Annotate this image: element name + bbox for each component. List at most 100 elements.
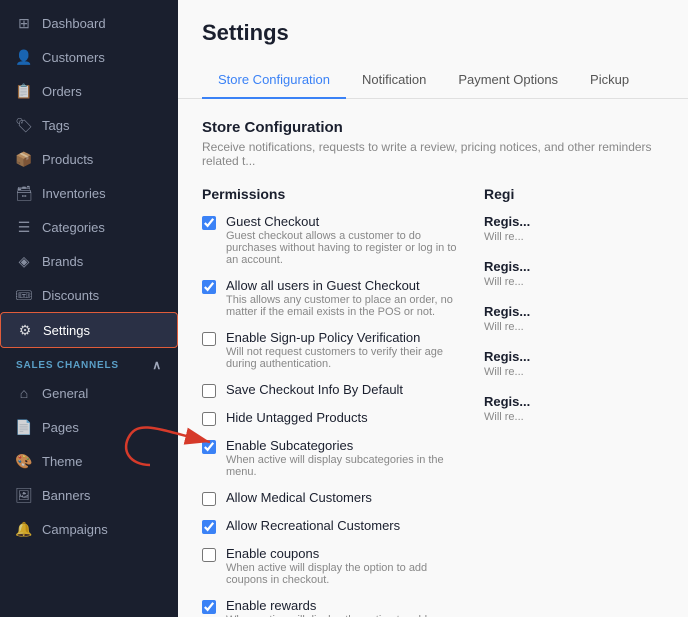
sidebar-item-banners[interactable]: 🖼 Banners [0,478,178,512]
checkbox-text-allow-recreational: Allow Recreational Customers [226,518,400,533]
checkbox-input-allow-medical[interactable] [202,492,216,506]
checkbox-allow-recreational: Allow Recreational Customers [202,518,460,534]
reg-title-4: Regis... [484,394,664,409]
sidebar-label-general: General [42,386,88,401]
checkbox-save-checkout: Save Checkout Info By Default [202,382,460,398]
sidebar-label-theme: Theme [42,454,82,469]
reg-item-0: Regis... Will re... [484,214,664,243]
sidebar-label-customers: Customers [42,50,105,65]
sidebar-item-dashboard[interactable]: ⊞ Dashboard [0,6,178,40]
sidebar-item-inventories[interactable]: 🗃 Inventories [0,176,178,210]
sidebar-item-products[interactable]: 📦 Products [0,142,178,176]
checkbox-input-signup-policy[interactable] [202,332,216,346]
checkbox-allow-all-users: Allow all users in Guest Checkout This a… [202,278,460,318]
checkbox-text-guest-checkout: Guest Checkout Guest checkout allows a c… [226,214,460,266]
theme-icon: 🎨 [16,453,32,469]
checkbox-desc-enable-subcategories: When active will display subcategories i… [226,454,460,478]
checkbox-input-save-checkout[interactable] [202,384,216,398]
sidebar-label-pages: Pages [42,420,79,435]
checkbox-input-allow-all-users[interactable] [202,280,216,294]
checkbox-input-enable-coupons[interactable] [202,548,216,562]
tags-icon: 🏷 [16,117,32,133]
store-config-title: Store Configuration [202,119,664,136]
checkbox-desc-enable-coupons: When active will display the option to a… [226,562,460,586]
reg-desc-3: Will re... [484,366,664,378]
products-icon: 📦 [16,151,32,167]
checkbox-label-hide-untagged: Hide Untagged Products [226,410,368,425]
sidebar-item-brands[interactable]: ◈ Brands [0,244,178,278]
two-column-layout: Permissions Guest Checkout Guest checkou… [202,186,664,617]
sidebar-item-categories[interactable]: ☰ Categories [0,210,178,244]
sidebar-label-dashboard: Dashboard [42,16,106,31]
permissions-title: Permissions [202,186,460,202]
sidebar-item-campaigns[interactable]: 🔔 Campaigns [0,512,178,546]
settings-icon: ⚙ [17,322,33,338]
checkbox-hide-untagged: Hide Untagged Products [202,410,460,426]
checkbox-label-allow-all-users: Allow all users in Guest Checkout [226,278,460,293]
sidebar-item-theme[interactable]: 🎨 Theme [0,444,178,478]
checkbox-enable-rewards: Enable rewards When active will display … [202,598,460,617]
checkbox-text-allow-medical: Allow Medical Customers [226,490,372,505]
tab-payment-options[interactable]: Payment Options [442,62,574,99]
reg-title-1: Regis... [484,259,664,274]
registration-title: Regi [484,186,664,202]
tab-notification[interactable]: Notification [346,62,442,99]
sidebar-label-brands: Brands [42,254,83,269]
checkbox-label-enable-subcategories: Enable Subcategories [226,438,460,453]
checkbox-allow-medical: Allow Medical Customers [202,490,460,506]
checkbox-enable-coupons: Enable coupons When active will display … [202,546,460,586]
tabs-bar: Store Configuration Notification Payment… [178,62,688,99]
sidebar-item-customers[interactable]: 👤 Customers [0,40,178,74]
reg-title-0: Regis... [484,214,664,229]
reg-item-1: Regis... Will re... [484,259,664,288]
checkbox-text-signup-policy: Enable Sign-up Policy Verification Will … [226,330,460,370]
inventories-icon: 🗃 [16,185,32,201]
checkbox-enable-subcategories: Enable Subcategories When active will di… [202,438,460,478]
sidebar-item-pages[interactable]: 📄 Pages [0,410,178,444]
sidebar-label-discounts: Discounts [42,288,99,303]
chevron-up-icon[interactable]: ∧ [152,358,162,372]
sidebar-item-general[interactable]: ⌂ General [0,376,178,410]
checkbox-input-enable-subcategories[interactable] [202,440,216,454]
page-title: Settings [202,20,664,46]
registration-column: Regi Regis... Will re... Regis... Will r… [484,186,664,617]
checkbox-input-hide-untagged[interactable] [202,412,216,426]
sidebar-item-settings[interactable]: ⚙ Settings [0,312,178,348]
checkbox-signup-policy: Enable Sign-up Policy Verification Will … [202,330,460,370]
customers-icon: 👤 [16,49,32,65]
sidebar-item-orders[interactable]: 📋 Orders [0,74,178,108]
reg-desc-4: Will re... [484,411,664,423]
banners-icon: 🖼 [16,487,32,503]
sidebar-label-orders: Orders [42,84,82,99]
checkbox-input-guest-checkout[interactable] [202,216,216,230]
tab-store-configuration[interactable]: Store Configuration [202,62,346,99]
checkbox-desc-signup-policy: Will not request customers to verify the… [226,346,460,370]
checkbox-text-enable-rewards: Enable rewards When active will display … [226,598,460,617]
store-config-desc: Receive notifications, requests to write… [202,140,664,168]
checkbox-text-enable-subcategories: Enable Subcategories When active will di… [226,438,460,478]
page-header: Settings [178,0,688,62]
sidebar-label-settings: Settings [43,323,90,338]
sidebar-item-tags[interactable]: 🏷 Tags [0,108,178,142]
checkbox-input-allow-recreational[interactable] [202,520,216,534]
checkbox-label-signup-policy: Enable Sign-up Policy Verification [226,330,460,345]
sidebar-label-tags: Tags [42,118,69,133]
sidebar-label-products: Products [42,152,93,167]
checkbox-desc-guest-checkout: Guest checkout allows a customer to do p… [226,230,460,266]
sales-channels-section: SALES CHANNELS ∧ [0,348,178,376]
brands-icon: ◈ [16,253,32,269]
checkbox-text-enable-coupons: Enable coupons When active will display … [226,546,460,586]
categories-icon: ☰ [16,219,32,235]
checkbox-label-enable-coupons: Enable coupons [226,546,460,561]
permissions-column: Permissions Guest Checkout Guest checkou… [202,186,460,617]
checkbox-input-enable-rewards[interactable] [202,600,216,614]
dashboard-icon: ⊞ [16,15,32,31]
reg-item-4: Regis... Will re... [484,394,664,423]
sidebar-item-discounts[interactable]: 🎟 Discounts [0,278,178,312]
orders-icon: 📋 [16,83,32,99]
tab-pickup[interactable]: Pickup [574,62,645,99]
checkbox-text-save-checkout: Save Checkout Info By Default [226,382,403,397]
checkbox-desc-allow-all-users: This allows any customer to place an ord… [226,294,460,318]
sidebar-label-inventories: Inventories [42,186,106,201]
main-content: Settings Store Configuration Notificatio… [178,0,688,617]
